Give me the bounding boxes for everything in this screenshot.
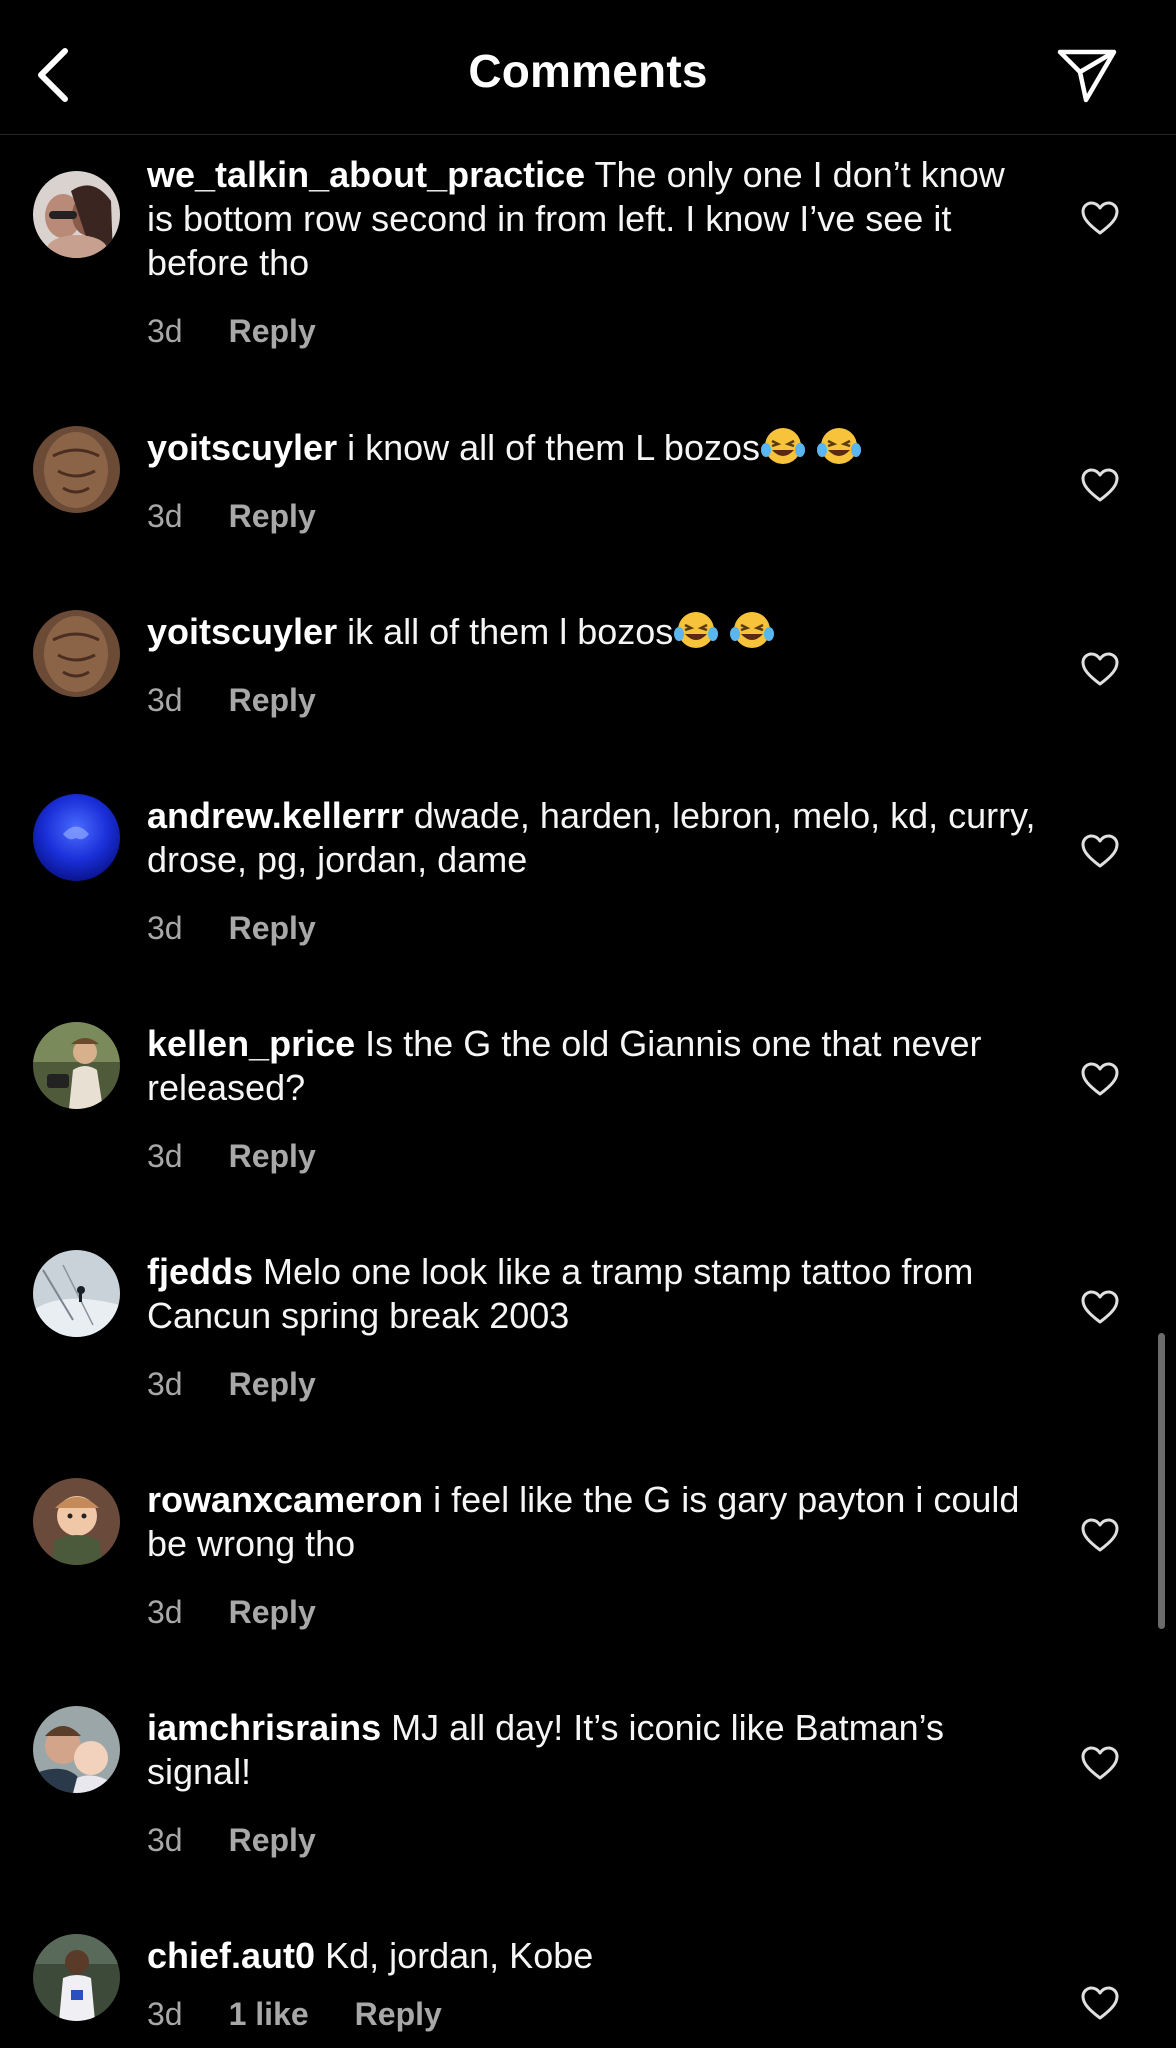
reply-button[interactable]: Reply	[229, 680, 316, 720]
comment-username[interactable]: we_talkin_about_practice	[147, 154, 585, 195]
comment-text: yoitscuyler i know all of them L bozos	[147, 426, 1037, 470]
comment-message: i know all of them L bozos	[347, 427, 760, 468]
comment-meta: 3d Reply	[147, 311, 1037, 351]
comment-text: yoitscuyler ik all of them l bozos	[147, 610, 1037, 654]
comment-meta: 3d Reply	[147, 496, 1037, 536]
reply-button[interactable]: Reply	[229, 1364, 316, 1404]
like-count[interactable]: 1 like	[229, 1994, 309, 2034]
reply-button[interactable]: Reply	[229, 908, 316, 948]
comment-text: fjedds Melo one look like a tramp stamp …	[147, 1250, 1037, 1338]
heart-icon[interactable]	[1080, 1984, 1120, 2024]
laughing-emoji-icon	[674, 612, 719, 648]
comment-meta: 3d Reply	[147, 1820, 1037, 1860]
comment-username[interactable]: rowanxcameron	[147, 1479, 423, 1520]
comment-time: 3d	[147, 910, 183, 946]
avatar-photo	[33, 1022, 120, 1109]
comment-time: 3d	[147, 313, 183, 349]
laughing-emoji-icon	[730, 612, 775, 648]
comment-text: rowanxcameron i feel like the G is gary …	[147, 1478, 1037, 1566]
comment-username[interactable]: iamchrisrains	[147, 1707, 381, 1748]
avatar[interactable]	[33, 794, 120, 881]
comment-meta: 3d Reply	[147, 1364, 1037, 1404]
comment-time: 3d	[147, 1366, 183, 1402]
laughing-emoji-icon	[760, 428, 805, 464]
heart-icon[interactable]	[1080, 1744, 1120, 1784]
avatar-photo	[33, 794, 120, 881]
comment-time: 3d	[147, 498, 183, 534]
reply-button[interactable]: Reply	[229, 1592, 316, 1632]
page-title: Comments	[468, 45, 708, 97]
avatar-photo	[33, 171, 120, 258]
avatar-photo	[33, 1706, 120, 1793]
avatar-photo	[33, 426, 120, 513]
comment-time: 3d	[147, 1594, 183, 1630]
heart-icon[interactable]	[1080, 650, 1120, 690]
avatar[interactable]	[33, 1250, 120, 1337]
comment-message: Melo one look like a tramp stamp tattoo …	[147, 1251, 974, 1336]
avatar-photo	[33, 610, 120, 697]
comment-meta: 3d Reply	[147, 908, 1037, 948]
reply-button[interactable]: Reply	[229, 1820, 316, 1860]
paper-plane-icon	[1057, 49, 1117, 103]
avatar[interactable]	[33, 426, 120, 513]
comment-text: chief.aut0 Kd, jordan, Kobe	[147, 1934, 1037, 1978]
header-bar: Comments	[0, 0, 1176, 135]
comment-time: 3d	[147, 682, 183, 718]
comment-username[interactable]: andrew.kellerrr	[147, 795, 404, 836]
comment-meta: 3d Reply	[147, 680, 1037, 720]
comment-text: kellen_price Is the G the old Giannis on…	[147, 1022, 1037, 1110]
avatar[interactable]	[33, 1934, 120, 2021]
comment-username[interactable]: yoitscuyler	[147, 427, 337, 468]
comment-time: 3d	[147, 1996, 183, 2032]
comment-text: iamchrisrains MJ all day! It’s iconic li…	[147, 1706, 1037, 1794]
comment-username[interactable]: yoitscuyler	[147, 611, 337, 652]
avatar-photo	[33, 1934, 120, 2021]
laughing-emoji-icon	[817, 428, 861, 464]
avatar[interactable]	[33, 171, 120, 258]
reply-button[interactable]: Reply	[229, 496, 316, 536]
comment-username[interactable]: chief.aut0	[147, 1935, 315, 1976]
comment-message: Kd, jordan, Kobe	[325, 1935, 594, 1976]
comment-message: ik all of them l bozos	[347, 611, 674, 652]
comment-meta: 3d Reply	[147, 1592, 1037, 1632]
reply-button[interactable]: Reply	[229, 311, 316, 351]
comment-time: 3d	[147, 1822, 183, 1858]
heart-icon[interactable]	[1080, 466, 1120, 506]
comment-meta: 3d 1 like Reply	[147, 1994, 1037, 2034]
heart-icon[interactable]	[1080, 1516, 1120, 1556]
avatar[interactable]	[33, 1478, 120, 1565]
avatar[interactable]	[33, 1706, 120, 1793]
avatar[interactable]	[33, 610, 120, 697]
heart-icon[interactable]	[1080, 832, 1120, 872]
reply-button[interactable]: Reply	[229, 1136, 316, 1176]
heart-icon[interactable]	[1080, 1060, 1120, 1100]
comment-time: 3d	[147, 1138, 183, 1174]
share-button[interactable]	[1052, 40, 1122, 110]
avatar[interactable]	[33, 1022, 120, 1109]
comment-text: we_talkin_about_practice The only one I …	[147, 153, 1037, 285]
heart-icon[interactable]	[1080, 199, 1120, 239]
scrollbar[interactable]	[1158, 1333, 1165, 1629]
avatar-photo	[33, 1250, 120, 1337]
comment-meta: 3d Reply	[147, 1136, 1037, 1176]
reply-button[interactable]: Reply	[355, 1994, 442, 2034]
avatar-photo	[33, 1478, 120, 1565]
heart-icon[interactable]	[1080, 1288, 1120, 1328]
comment-username[interactable]: kellen_price	[147, 1023, 355, 1064]
comment-text: andrew.kellerrr dwade, harden, lebron, m…	[147, 794, 1037, 882]
comment-username[interactable]: fjedds	[147, 1251, 253, 1292]
